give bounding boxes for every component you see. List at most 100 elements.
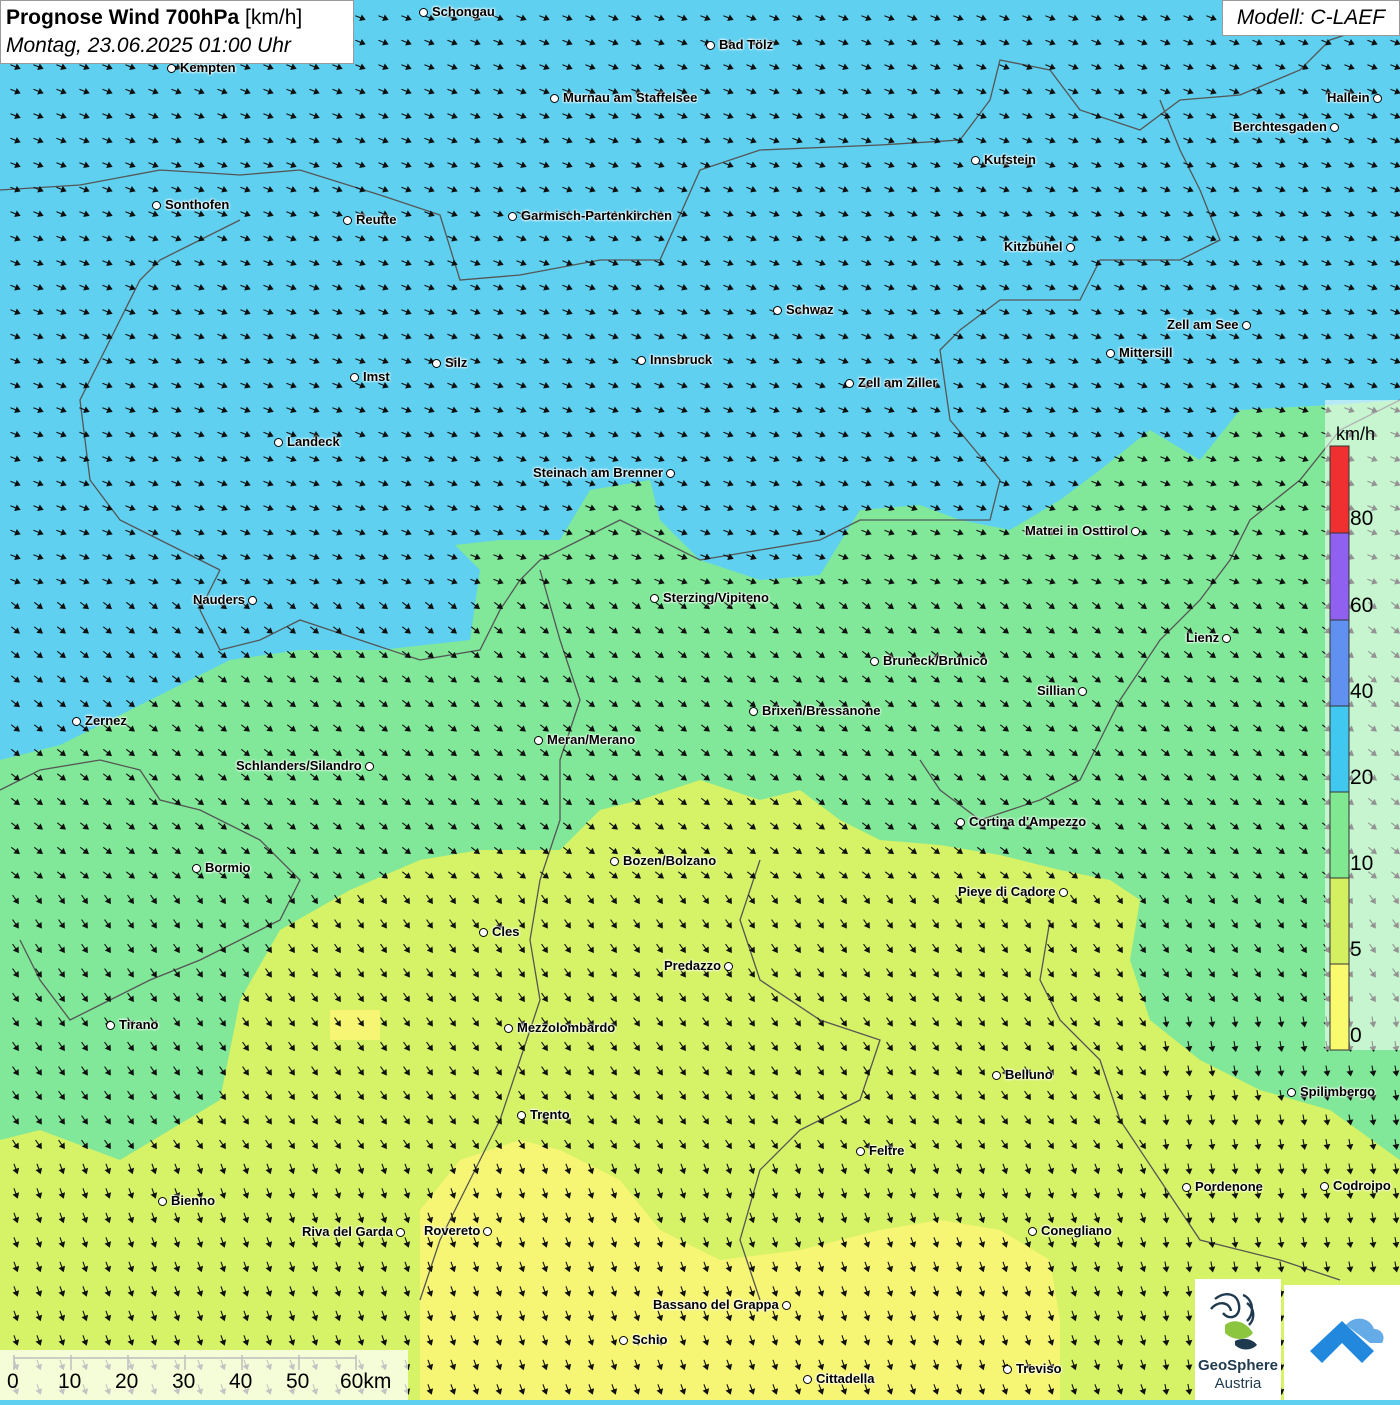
- city-marker: [479, 928, 488, 937]
- city-marker: [666, 469, 675, 478]
- map-title-box: Prognose Wind 700hPa [km/h] Montag, 23.0…: [0, 0, 354, 64]
- city-marker: [248, 596, 257, 605]
- city-label: Zell am See: [1167, 317, 1239, 332]
- model-label: Modell: C-LAEF: [1222, 0, 1400, 36]
- city-label: Mezzolombardo: [517, 1020, 616, 1035]
- city-label: Cortina d'Ampezzo: [969, 814, 1087, 829]
- city-label: Treviso: [1016, 1361, 1062, 1376]
- logo-word-geosphere: GeoSphere: [1197, 1357, 1279, 1374]
- legend-label-20: 20: [1350, 766, 1374, 789]
- scale-label-50: 50: [286, 1370, 310, 1393]
- city-label: Bruneck/Brunico: [883, 653, 988, 668]
- city-label: Riva del Garda: [302, 1224, 394, 1239]
- app-logo[interactable]: [1284, 1285, 1400, 1400]
- city-marker: [350, 373, 359, 382]
- legend-label-80: 80: [1350, 507, 1374, 530]
- city-marker: [773, 306, 782, 315]
- city-marker: [432, 359, 441, 368]
- city-marker: [1106, 349, 1115, 358]
- city-marker: [508, 212, 517, 221]
- legend-label-60: 60: [1350, 594, 1374, 617]
- scale-bar: 0 10 20 30 40 50 60km: [0, 1350, 408, 1400]
- city-marker: [106, 1021, 115, 1030]
- city-label: Cles: [492, 924, 520, 939]
- logo-word-austria: Austria: [1214, 1375, 1262, 1392]
- city-label: Meran/Merano: [547, 732, 636, 747]
- scale-label-10: 10: [58, 1370, 82, 1393]
- city-marker: [956, 818, 965, 827]
- city-marker: [517, 1111, 526, 1120]
- city-label: Kitzbühel: [1004, 239, 1063, 254]
- legend-label-10: 10: [1350, 852, 1374, 875]
- geosphere-logo[interactable]: GeoSphere Austria: [1195, 1279, 1281, 1400]
- city-label: Feltre: [869, 1143, 905, 1158]
- city-label: Tirano: [119, 1017, 159, 1032]
- scale-label-0: 0: [7, 1370, 19, 1393]
- city-marker: [782, 1301, 791, 1310]
- city-marker: [1222, 634, 1231, 643]
- city-marker: [1320, 1182, 1329, 1191]
- city-label: Spilimbergo: [1300, 1084, 1376, 1099]
- city-label: Rovereto: [424, 1223, 481, 1238]
- city-marker: [343, 216, 352, 225]
- city-marker: [1131, 527, 1140, 536]
- map-title: Prognose Wind 700hPa [km/h]: [6, 4, 348, 32]
- city-marker: [724, 962, 733, 971]
- city-marker: [1003, 1365, 1012, 1374]
- city-label: Kufstein: [984, 152, 1036, 167]
- city-marker: [1287, 1088, 1296, 1097]
- city-marker: [483, 1227, 492, 1236]
- city-label: Hallein: [1327, 90, 1370, 105]
- city-marker: [1066, 243, 1075, 252]
- city-marker: [803, 1375, 812, 1384]
- city-marker: [1373, 94, 1382, 103]
- city-marker: [72, 717, 81, 726]
- legend-unit: km/h: [1336, 424, 1376, 444]
- city-label: Pieve di Cadore: [958, 884, 1056, 899]
- city-label: Brixen/Bressanone: [762, 703, 881, 718]
- map-title-unit: [km/h]: [245, 6, 303, 29]
- city-label: Bad Tölz: [719, 37, 774, 52]
- city-marker: [534, 736, 543, 745]
- map-title-bold: Prognose Wind 700hPa: [6, 6, 240, 29]
- cloud-arrow-icon: [1310, 1318, 1384, 1363]
- city-marker: [1078, 687, 1087, 696]
- city-label: Lienz: [1186, 630, 1220, 645]
- city-label: Conegliano: [1041, 1223, 1112, 1238]
- city-label: Matrei in Osttirol: [1025, 523, 1129, 538]
- city-marker: [1059, 888, 1068, 897]
- city-marker: [1028, 1227, 1037, 1236]
- city-marker: [619, 1336, 628, 1345]
- city-marker: [396, 1228, 405, 1237]
- city-label: Garmisch-Partenkirchen: [521, 208, 673, 223]
- city-marker: [1330, 123, 1339, 132]
- city-label: Berchtesgaden: [1233, 119, 1327, 134]
- scale-label-30: 30: [172, 1370, 196, 1393]
- city-marker: [845, 379, 854, 388]
- city-label: Pordenone: [1195, 1179, 1263, 1194]
- city-label: Bienno: [171, 1193, 216, 1208]
- city-label: Reutte: [356, 212, 397, 227]
- city-marker: [550, 94, 559, 103]
- city-marker: [856, 1147, 865, 1156]
- city-marker: [870, 657, 879, 666]
- city-marker: [971, 156, 980, 165]
- city-marker: [365, 762, 374, 771]
- city-label: Landeck: [287, 434, 340, 449]
- city-label: Belluno: [1005, 1067, 1053, 1082]
- city-marker: [650, 594, 659, 603]
- city-label: Nauders: [193, 592, 246, 607]
- scale-label-60km: 60km: [340, 1370, 392, 1393]
- city-marker: [1182, 1183, 1191, 1192]
- city-marker: [610, 857, 619, 866]
- city-label: Steinach am Brenner: [533, 465, 664, 480]
- geosphere-emblem-icon: [1210, 1293, 1257, 1350]
- city-marker: [749, 707, 758, 716]
- city-label: Schlanders/Silandro: [236, 758, 362, 773]
- city-marker: [167, 64, 176, 73]
- city-marker: [637, 356, 646, 365]
- legend-label-40: 40: [1350, 680, 1374, 703]
- city-marker: [152, 201, 161, 210]
- city-marker: [274, 438, 283, 447]
- legend-label-0: 0: [1350, 1024, 1362, 1047]
